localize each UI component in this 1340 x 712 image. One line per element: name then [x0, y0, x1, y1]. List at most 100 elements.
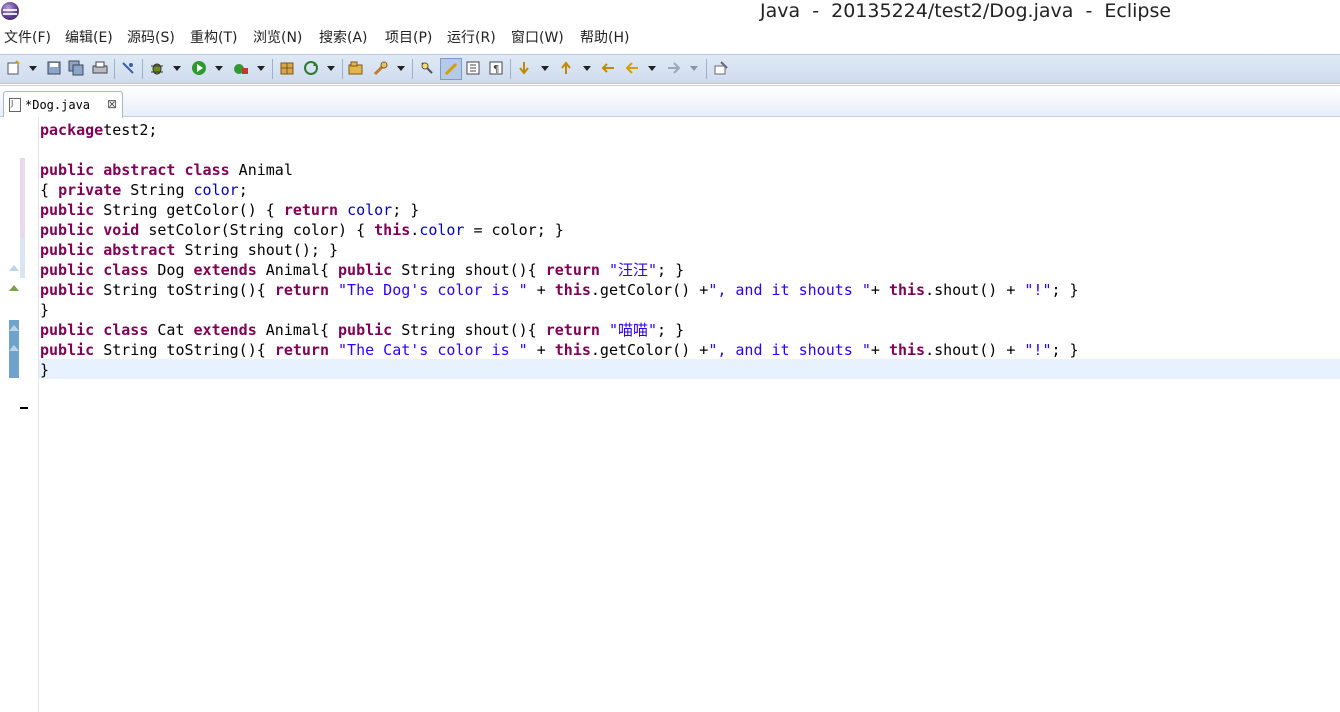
menu-refactor[interactable]: 重构(T): [190, 28, 237, 48]
code-line[interactable]: [40, 140, 1079, 160]
debug-dropdown-icon[interactable]: [173, 66, 181, 71]
search-icon[interactable]: [373, 60, 389, 76]
code-editor[interactable]: packagetest2; public abstract class Anima…: [40, 120, 1079, 380]
field-token: color: [347, 201, 393, 219]
change-ruler-marker: [20, 238, 25, 278]
code-token: String: [121, 181, 194, 199]
run-dropdown-icon[interactable]: [215, 66, 223, 71]
string-token: "The Cat's color is ": [338, 341, 528, 359]
menu-navigate[interactable]: 浏览(N): [253, 28, 302, 48]
code-token: ; }: [1051, 281, 1079, 299]
toggle-mark-occurrences-icon[interactable]: [419, 60, 435, 76]
forward-icon[interactable]: [666, 60, 682, 76]
new-icon[interactable]: [6, 60, 22, 76]
code-token: String toString(){: [94, 281, 275, 299]
code-token: ; }: [657, 321, 685, 339]
code-line[interactable]: }: [40, 360, 1079, 380]
next-annotation-dropdown-icon[interactable]: [541, 66, 549, 71]
menu-source[interactable]: 源码(S): [127, 28, 175, 48]
keyword-token: return: [274, 341, 329, 359]
code-token: String shout(); }: [175, 241, 339, 259]
save-icon[interactable]: [46, 60, 62, 76]
toolbar-separator: [342, 59, 343, 79]
code-line[interactable]: public abstract String shout(); }: [40, 240, 1079, 260]
external-tools-dropdown-icon[interactable]: [257, 66, 265, 71]
next-annotation-icon[interactable]: [516, 60, 532, 76]
override-marker-icon[interactable]: [9, 285, 19, 291]
code-line[interactable]: public void setColor(String color) { thi…: [40, 220, 1079, 240]
menu-edit[interactable]: 编辑(E): [65, 28, 113, 48]
back-icon[interactable]: [624, 60, 640, 76]
keyword-token: public abstract class: [40, 161, 230, 179]
pin-editor-icon[interactable]: [713, 60, 729, 76]
code-line[interactable]: public class Dog extends Animal{ public …: [40, 260, 1079, 280]
menu-file[interactable]: 文件(F): [4, 28, 51, 48]
code-token: .getColor() +: [590, 341, 709, 359]
keyword-token: extends: [193, 321, 257, 339]
menu-window[interactable]: 窗口(W): [511, 28, 564, 48]
search-dropdown-icon[interactable]: [397, 66, 405, 71]
highlight-icon[interactable]: [440, 58, 462, 80]
menu-search[interactable]: 搜索(A): [319, 28, 368, 48]
code-line[interactable]: public String toString(){ return "The Do…: [40, 280, 1079, 300]
code-token: +: [527, 341, 555, 359]
show-whitespace-icon[interactable]: ¶: [488, 60, 504, 76]
refresh-icon[interactable]: [303, 60, 319, 76]
back-dropdown-icon[interactable]: [648, 66, 656, 71]
code-line[interactable]: public abstract class Animal: [40, 160, 1079, 180]
code-token: {: [40, 181, 59, 199]
open-type-icon[interactable]: [348, 60, 364, 76]
code-line[interactable]: packagetest2;: [40, 120, 1079, 140]
keyword-token: public void: [40, 221, 140, 239]
menu-project[interactable]: 项目(P): [385, 28, 432, 48]
keyword-token: this: [888, 341, 926, 359]
refresh-dropdown-icon[interactable]: [327, 66, 335, 71]
window-title: Java - 20135224/test2/Dog.java - Eclipse: [760, 0, 1172, 22]
tab-dog-java[interactable]: *Dog.java ⊠: [3, 91, 123, 118]
previous-annotation-dropdown-icon[interactable]: [583, 66, 591, 71]
new-package-icon[interactable]: [279, 60, 295, 76]
close-icon[interactable]: ⊠: [105, 96, 119, 112]
code-token: +: [527, 281, 555, 299]
external-tools-icon[interactable]: [233, 60, 249, 76]
code-token: }: [40, 301, 50, 319]
save-all-icon[interactable]: [68, 60, 84, 76]
menu-help[interactable]: 帮助(H): [580, 28, 629, 48]
forward-dropdown-icon[interactable]: [690, 66, 698, 71]
toggle-breakpoint-icon[interactable]: [120, 60, 136, 76]
code-line[interactable]: }: [40, 300, 1079, 320]
print-icon[interactable]: [92, 60, 108, 76]
java-file-icon: [9, 98, 21, 112]
code-line[interactable]: public String getColor() { return color;…: [40, 200, 1079, 220]
string-token: "汪汪": [608, 261, 658, 279]
block-selection-icon[interactable]: [465, 60, 481, 76]
debug-icon[interactable]: [149, 60, 165, 76]
code-token: ;: [238, 181, 248, 199]
code-token: ; }: [1051, 341, 1079, 359]
code-token: setColor(String color) {: [139, 221, 375, 239]
override-marker-icon[interactable]: [9, 345, 19, 351]
override-marker-icon[interactable]: [9, 325, 19, 331]
code-token: }: [40, 361, 50, 379]
code-token: Animal{: [256, 321, 339, 339]
title-bar: Java - 20135224/test2/Dog.java - Eclipse: [0, 0, 1340, 24]
run-icon[interactable]: [191, 60, 207, 76]
toolbar-separator: [706, 59, 707, 79]
code-line[interactable]: public String toString(){ return "The Ca…: [40, 340, 1079, 360]
previous-annotation-icon[interactable]: [558, 60, 574, 76]
keyword-token: return: [545, 261, 600, 279]
new-dropdown-icon[interactable]: [29, 66, 37, 71]
code-token: .shout() +: [925, 281, 1025, 299]
override-marker-icon[interactable]: [9, 265, 19, 271]
menu-run[interactable]: 运行(R): [447, 28, 496, 48]
eclipse-logo-icon[interactable]: [1, 2, 19, 20]
last-edit-icon[interactable]: [600, 60, 616, 76]
string-token: "!": [1024, 341, 1052, 359]
code-line[interactable]: public class Cat extends Animal{ public …: [40, 320, 1079, 340]
toolbar-separator: [114, 59, 115, 79]
code-token: = color; }: [464, 221, 564, 239]
keyword-token: public abstract: [40, 241, 176, 259]
code-line[interactable]: { private String color;: [40, 180, 1079, 200]
